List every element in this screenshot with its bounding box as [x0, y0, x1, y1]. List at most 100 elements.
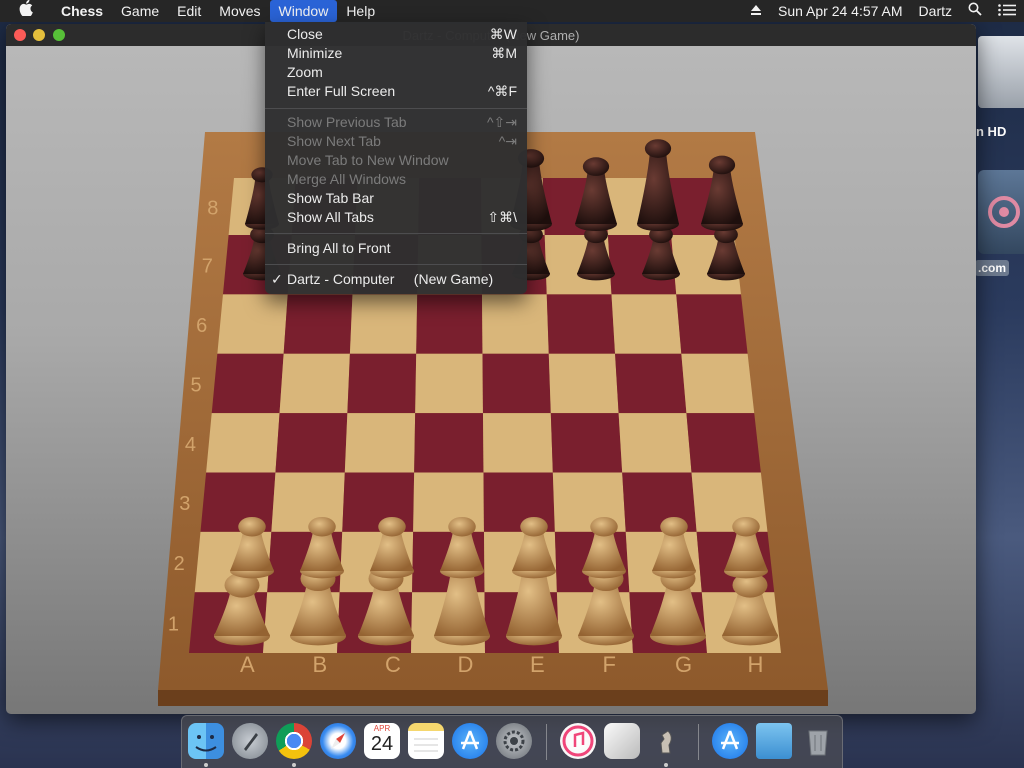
board-square[interactable]	[283, 294, 353, 354]
rank-label: 7	[202, 256, 213, 278]
board-square[interactable]	[482, 413, 553, 473]
board-square[interactable]	[275, 413, 348, 473]
rank-label: 2	[174, 553, 185, 575]
menu-item-label: Dartz - Computer (New Game)	[287, 271, 494, 287]
finder-icon[interactable]	[188, 723, 224, 759]
preview-icon[interactable]	[604, 723, 640, 759]
menu-item-show-previous-tab: Show Previous Tab ^⇧⇥	[265, 113, 527, 132]
downloads-stack-icon[interactable]	[712, 723, 748, 759]
eject-icon[interactable]	[742, 0, 770, 22]
file-label: D	[458, 652, 474, 677]
launchpad-icon[interactable]	[232, 723, 268, 759]
board-square[interactable]	[211, 353, 284, 414]
board-square[interactable]	[481, 294, 549, 354]
menu-item-bring-all-to-front[interactable]: Bring All to Front	[265, 239, 527, 258]
board-square[interactable]	[414, 413, 484, 473]
menu-bar: Chess Game Edit Moves Window Help Sun Ap…	[0, 0, 1024, 22]
board-square[interactable]	[344, 413, 416, 473]
menu-item-move-tab-to-new-window: Move Tab to New Window	[265, 151, 527, 170]
board-square[interactable]	[550, 413, 623, 473]
file-label: A	[240, 652, 255, 677]
menu-item-close[interactable]: Close ⌘W	[265, 25, 527, 44]
menu-item-shortcut: ⇧⌘\	[487, 209, 517, 225]
rank-label: 1	[168, 614, 179, 636]
file-label: B	[313, 652, 328, 677]
menu-item-label: Zoom	[287, 64, 323, 80]
board-front-edge	[158, 690, 828, 706]
menu-separator	[265, 264, 527, 265]
rank-label: 6	[196, 315, 207, 337]
board-square[interactable]	[482, 353, 551, 414]
desktop-app-icon[interactable]	[978, 170, 1024, 254]
chess-app-icon[interactable]	[648, 723, 684, 759]
spotlight-search-icon[interactable]	[960, 0, 990, 22]
menu-item-label: Enter Full Screen	[287, 83, 396, 99]
rank-label: 5	[191, 374, 202, 396]
board-square[interactable]	[615, 353, 687, 414]
menu-edit[interactable]: Edit	[168, 0, 210, 22]
board-square[interactable]	[548, 353, 619, 414]
apple-menu-icon[interactable]	[0, 0, 52, 22]
board-square[interactable]	[347, 353, 417, 414]
board-square[interactable]	[206, 413, 280, 473]
user-menu[interactable]: Dartz	[911, 0, 960, 22]
hard-disk-icon[interactable]	[978, 36, 1024, 108]
clock[interactable]: Sun Apr 24 4:57 AM	[770, 0, 911, 22]
menu-item-label: Merge All Windows	[287, 171, 407, 187]
chrome-icon[interactable]	[276, 723, 312, 759]
rank-label: 3	[179, 493, 190, 515]
checkmark-icon: ✓	[271, 271, 283, 287]
app-store-icon[interactable]	[452, 723, 488, 759]
menu-item-label: Minimize	[287, 45, 343, 61]
rank-label: 8	[207, 198, 218, 220]
file-label: E	[530, 652, 545, 677]
running-indicator	[292, 763, 296, 767]
file-label: H	[748, 652, 764, 677]
itunes-icon[interactable]	[560, 723, 596, 759]
menu-separator	[265, 233, 527, 234]
board-square[interactable]	[546, 294, 616, 354]
menu-chess[interactable]: Chess	[52, 0, 112, 22]
menu-window[interactable]: Window	[269, 0, 338, 22]
dock-separator	[546, 724, 547, 760]
menu-item-minimize[interactable]: Minimize ⌘M	[265, 44, 527, 63]
menu-item-label: Show All Tabs	[287, 209, 374, 225]
menu-item-shortcut: ⌘W	[489, 26, 517, 42]
board-square[interactable]	[611, 294, 682, 354]
menu-item-show-all-tabs[interactable]: Show All Tabs ⇧⌘\	[265, 208, 527, 227]
running-indicator	[204, 763, 208, 767]
menu-game[interactable]: Game	[112, 0, 168, 22]
menu-item-enter-full-screen[interactable]: Enter Full Screen ^⌘F	[265, 82, 527, 101]
menu-moves[interactable]: Moves	[210, 0, 269, 22]
board-square[interactable]	[676, 294, 748, 354]
dock-separator	[698, 724, 699, 760]
board-square[interactable]	[416, 294, 483, 354]
board-square[interactable]	[279, 353, 350, 414]
menu-item-show-tab-bar[interactable]: Show Tab Bar	[265, 189, 527, 208]
board-square[interactable]	[618, 413, 692, 473]
calendar-month: APR	[373, 724, 391, 733]
menu-help[interactable]: Help	[337, 0, 384, 22]
menu-item-shortcut: ^⇧⇥	[486, 114, 517, 130]
menu-item-label: Bring All to Front	[287, 240, 391, 256]
rank-label: 4	[185, 434, 196, 456]
calendar-icon[interactable]: APR 24	[364, 723, 400, 759]
board-square[interactable]	[686, 413, 761, 473]
notes-icon[interactable]	[408, 723, 444, 759]
menu-item-game-window[interactable]: ✓ Dartz - Computer (New Game)	[265, 270, 527, 289]
trash-icon[interactable]	[800, 723, 836, 759]
safari-icon[interactable]	[320, 723, 356, 759]
status-area: Sun Apr 24 4:57 AM Dartz	[742, 0, 1024, 22]
menu-item-zoom[interactable]: Zoom	[265, 63, 527, 82]
board-square[interactable]	[349, 294, 418, 354]
file-label: G	[675, 652, 692, 677]
menu-item-shortcut: ^⇥	[498, 133, 517, 149]
board-square[interactable]	[415, 353, 483, 414]
folder-icon[interactable]	[756, 723, 792, 759]
menu-item-merge-all-windows: Merge All Windows	[265, 170, 527, 189]
board-square[interactable]	[217, 294, 288, 354]
notification-center-icon[interactable]	[990, 0, 1024, 22]
board-square[interactable]	[681, 353, 755, 414]
menu-item-shortcut: ^⌘F	[487, 83, 517, 99]
system-preferences-icon[interactable]	[496, 723, 532, 759]
